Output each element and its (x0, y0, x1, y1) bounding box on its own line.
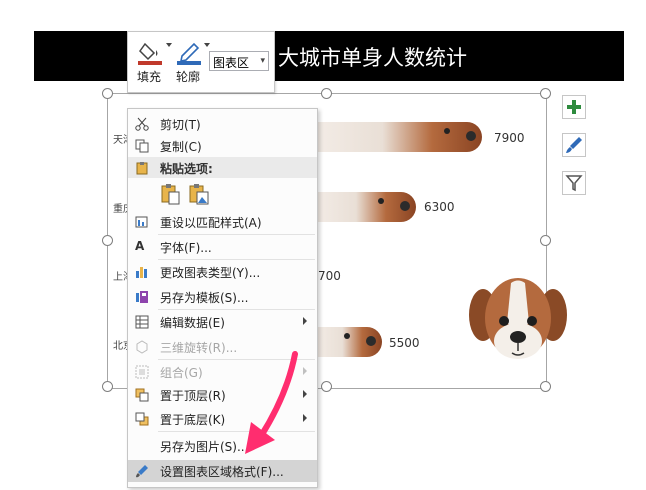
bring-front-icon (135, 388, 149, 402)
resize-handle-top-right[interactable] (540, 88, 551, 99)
clipboard-icon (136, 162, 148, 175)
fill-button[interactable] (137, 38, 165, 66)
resize-handle-bottom-right[interactable] (540, 381, 551, 392)
outline-button[interactable] (176, 38, 204, 66)
paste-picture-icon (189, 184, 209, 205)
dog-head-image[interactable] (463, 273, 573, 363)
data-bar[interactable] (316, 192, 416, 222)
data-label: 700 (318, 269, 341, 283)
chart-element-value: 图表区 (213, 56, 250, 70)
resize-handle-top-left[interactable] (102, 88, 113, 99)
menu-item-edit-data[interactable]: 编辑数据(E) (128, 311, 317, 333)
data-label: 5500 (389, 336, 420, 350)
chart-filters-button[interactable] (562, 171, 586, 195)
copy-icon (135, 139, 149, 153)
menu-item-label: 字体(F)... (160, 241, 212, 255)
menu-item-save-template[interactable]: 另存为模板(S)... (128, 286, 317, 308)
pointer-arrow-annotation (245, 351, 298, 454)
menu-item-format-chart-area[interactable]: 设置图表区域格式(F)... (128, 460, 317, 482)
menu-item-label: 置于顶层(R) (160, 389, 226, 403)
resize-handle-left[interactable] (102, 235, 113, 246)
fill-dropdown-icon[interactable] (166, 43, 172, 47)
bar-chart-icon (136, 267, 147, 278)
menu-separator (158, 234, 315, 235)
paste-options-label: 粘贴选项: (160, 162, 213, 176)
chart-elements-button[interactable] (562, 95, 586, 119)
send-back-icon (135, 412, 149, 426)
font-a-icon: A (135, 239, 145, 253)
menu-separator (158, 259, 315, 260)
edit-data-icon (135, 315, 149, 329)
menu-item-label: 剪切(T) (160, 118, 201, 132)
paste-keep-format-button[interactable] (160, 182, 182, 206)
data-label: 7900 (494, 131, 525, 145)
paint-bucket-icon (138, 42, 162, 65)
scissors-icon (135, 117, 149, 131)
pencil-icon (177, 42, 201, 65)
menu-item-label: 设置图表区域格式(F)... (160, 465, 284, 479)
submenu-arrow-icon (303, 317, 307, 325)
menu-item-label: 重设以匹配样式(A) (160, 216, 262, 230)
menu-item-label: 组合(G) (160, 366, 203, 380)
chart-styles-button[interactable] (562, 133, 586, 157)
reset-style-icon (135, 216, 148, 228)
resize-handle-right[interactable] (540, 235, 551, 246)
data-label: 6300 (424, 200, 455, 214)
menu-item-label: 更改图表类型(Y)... (160, 266, 261, 280)
fill-label: 填充 (137, 70, 162, 84)
paste-clipboard-icon (161, 184, 180, 205)
menu-item-label: 另存为模板(S)... (160, 291, 249, 305)
filter-icon (565, 175, 583, 192)
plus-icon (567, 100, 581, 114)
menu-item-copy[interactable]: 复制(C) (128, 135, 317, 157)
menu-item-cut[interactable]: 剪切(T) (128, 113, 317, 135)
data-bar[interactable] (316, 327, 382, 357)
outline-dropdown-icon[interactable] (204, 43, 210, 47)
resize-handle-bottom-left[interactable] (102, 381, 113, 392)
chart-title: 大城市单身人数统计 (278, 46, 467, 70)
menu-item-font[interactable]: A 字体(F)... (128, 236, 317, 258)
resize-handle-bottom[interactable] (321, 381, 332, 392)
menu-item-reset-style[interactable]: 重设以匹配样式(A) (128, 211, 317, 233)
chevron-down-icon: ▾ (260, 56, 265, 66)
resize-handle-top[interactable] (321, 88, 332, 99)
paste-picture-button[interactable] (188, 182, 210, 206)
menu-separator (158, 309, 315, 310)
paste-options-header: 粘贴选项: (128, 157, 317, 178)
data-bar[interactable] (316, 122, 482, 152)
menu-item-change-chart-type[interactable]: 更改图表类型(Y)... (128, 261, 317, 283)
menu-item-label: 复制(C) (160, 140, 202, 154)
chart-element-select[interactable]: 图表区 ▾ (209, 51, 269, 71)
cube-icon (136, 340, 148, 354)
save-template-icon (136, 291, 148, 303)
outline-label: 轮廓 (176, 70, 201, 84)
paintbrush-icon (566, 137, 582, 153)
group-icon (135, 365, 149, 379)
menu-item-label: 三维旋转(R)... (160, 341, 238, 355)
menu-item-label: 置于底层(K) (160, 413, 226, 427)
menu-item-label: 编辑数据(E) (160, 316, 225, 330)
format-brush-icon (136, 465, 148, 478)
